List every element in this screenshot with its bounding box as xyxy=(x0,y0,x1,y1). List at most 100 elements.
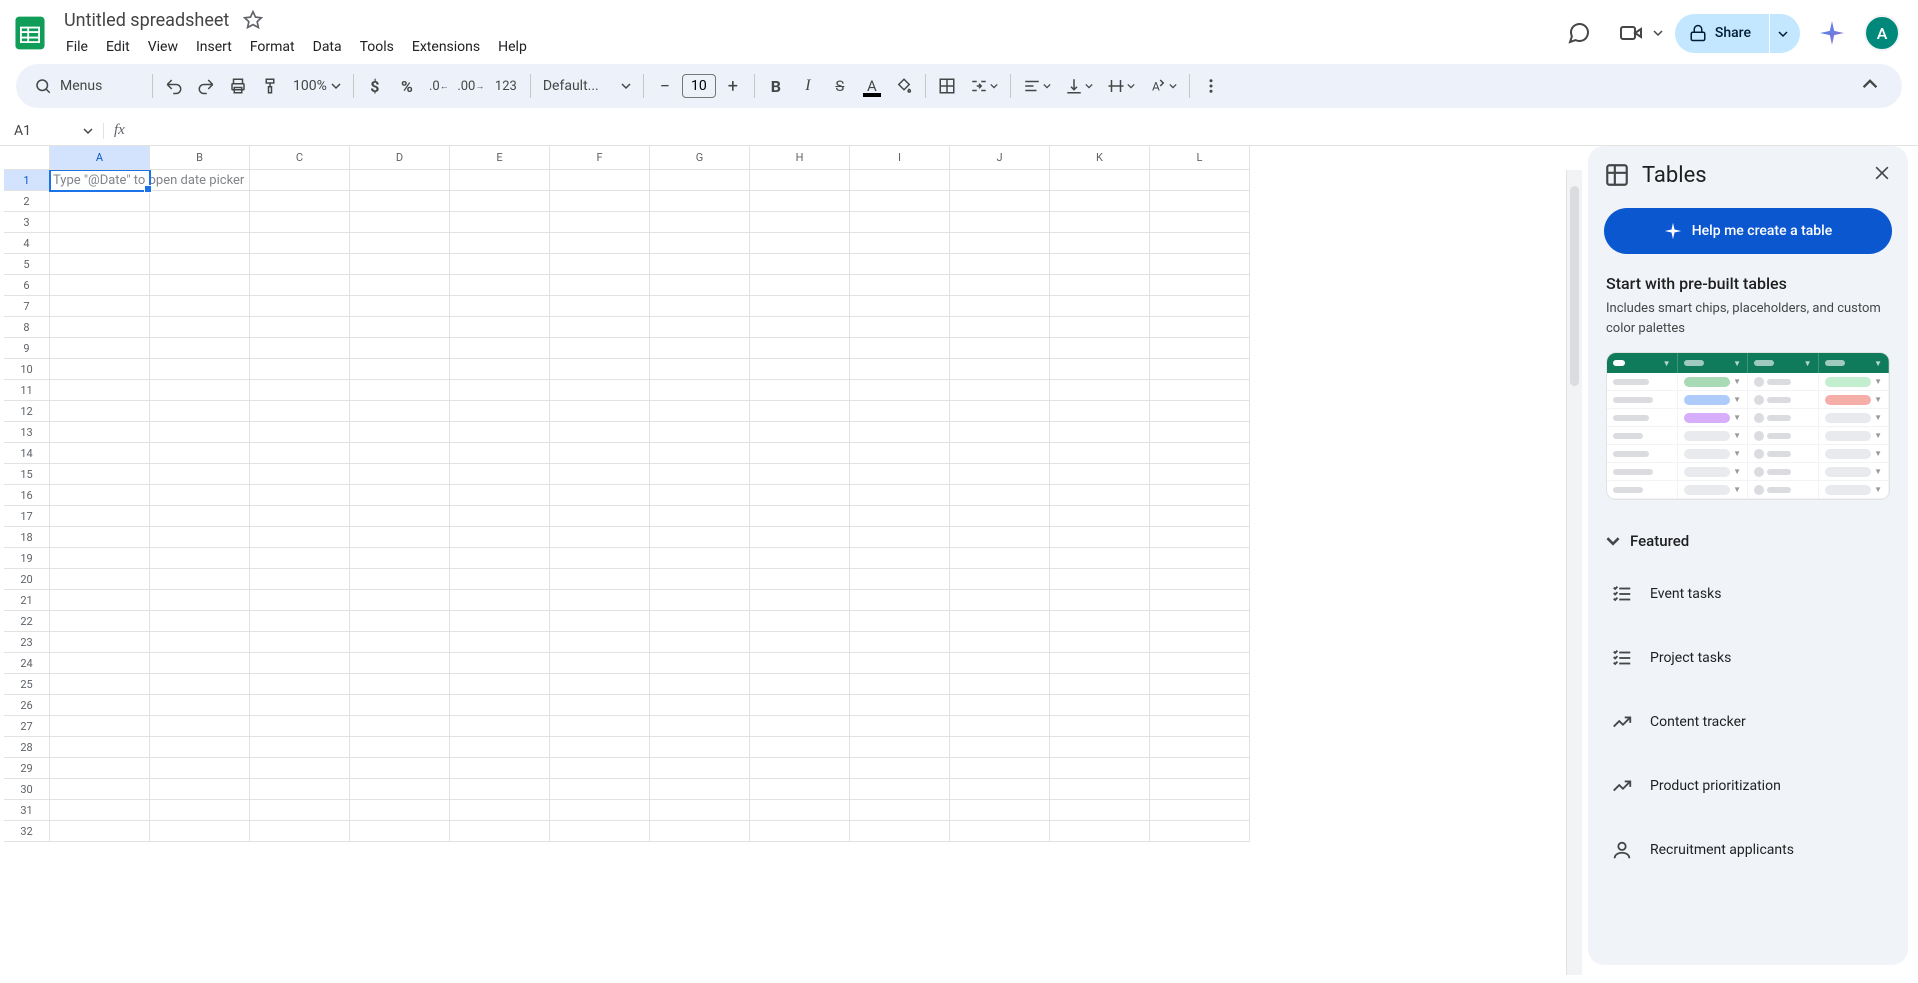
cell[interactable] xyxy=(850,821,950,842)
cell[interactable] xyxy=(250,611,350,632)
cell[interactable] xyxy=(950,611,1050,632)
cell[interactable] xyxy=(1150,716,1250,737)
cell[interactable] xyxy=(450,716,550,737)
cell[interactable] xyxy=(350,191,450,212)
cell[interactable] xyxy=(950,779,1050,800)
cell[interactable] xyxy=(950,275,1050,296)
cell[interactable] xyxy=(750,464,850,485)
cell[interactable] xyxy=(1150,674,1250,695)
cell[interactable] xyxy=(350,716,450,737)
undo-button[interactable] xyxy=(159,71,189,101)
text-color-button[interactable]: A xyxy=(857,71,887,101)
cell[interactable] xyxy=(1050,443,1150,464)
menu-extensions[interactable]: Extensions xyxy=(404,35,488,59)
cell[interactable] xyxy=(750,653,850,674)
cell[interactable] xyxy=(150,653,250,674)
row-header[interactable]: 20 xyxy=(4,569,50,590)
cell[interactable] xyxy=(850,737,950,758)
cell[interactable] xyxy=(1150,590,1250,611)
menu-data[interactable]: Data xyxy=(305,35,350,59)
cell[interactable] xyxy=(350,674,450,695)
cell[interactable] xyxy=(250,170,350,191)
create-table-button[interactable]: Help me create a table xyxy=(1604,208,1892,254)
cell[interactable] xyxy=(650,191,750,212)
cell[interactable] xyxy=(1150,275,1250,296)
cell[interactable] xyxy=(350,380,450,401)
cell[interactable] xyxy=(550,254,650,275)
cell[interactable] xyxy=(850,569,950,590)
cell[interactable] xyxy=(1150,401,1250,422)
cell[interactable] xyxy=(750,275,850,296)
cell[interactable] xyxy=(950,674,1050,695)
cell[interactable] xyxy=(750,674,850,695)
cell[interactable] xyxy=(1050,737,1150,758)
cell[interactable] xyxy=(50,674,150,695)
template-item[interactable]: Recruitment applicants xyxy=(1588,818,1908,882)
cell[interactable] xyxy=(1150,506,1250,527)
cell[interactable] xyxy=(750,821,850,842)
cell[interactable] xyxy=(350,527,450,548)
cell[interactable] xyxy=(150,590,250,611)
cell[interactable] xyxy=(150,212,250,233)
column-header[interactable]: G xyxy=(650,146,750,170)
cell[interactable] xyxy=(50,527,150,548)
cell[interactable] xyxy=(750,611,850,632)
cell[interactable] xyxy=(1150,527,1250,548)
cell[interactable] xyxy=(550,485,650,506)
cell[interactable] xyxy=(1150,548,1250,569)
cell[interactable] xyxy=(550,275,650,296)
cell[interactable] xyxy=(1050,821,1150,842)
cell[interactable] xyxy=(850,674,950,695)
row-header[interactable]: 15 xyxy=(4,464,50,485)
featured-collapse[interactable]: Featured xyxy=(1588,520,1908,562)
cell[interactable] xyxy=(950,653,1050,674)
cell[interactable] xyxy=(650,737,750,758)
cell[interactable] xyxy=(250,296,350,317)
cell[interactable] xyxy=(150,191,250,212)
cell[interactable] xyxy=(450,737,550,758)
rotate-button[interactable]: A xyxy=(1143,71,1183,101)
cell[interactable] xyxy=(250,212,350,233)
row-header[interactable]: 32 xyxy=(4,821,50,842)
menu-edit[interactable]: Edit xyxy=(98,35,138,59)
cell[interactable] xyxy=(250,527,350,548)
cell[interactable] xyxy=(650,233,750,254)
cell[interactable] xyxy=(50,380,150,401)
cell[interactable] xyxy=(450,527,550,548)
cell[interactable] xyxy=(750,485,850,506)
cell[interactable] xyxy=(1150,317,1250,338)
cell[interactable] xyxy=(950,821,1050,842)
more-button[interactable] xyxy=(1196,71,1226,101)
cell[interactable] xyxy=(1150,569,1250,590)
cell[interactable] xyxy=(750,758,850,779)
cell[interactable] xyxy=(250,443,350,464)
cell[interactable] xyxy=(50,590,150,611)
cell[interactable] xyxy=(450,296,550,317)
cell[interactable] xyxy=(250,233,350,254)
cell[interactable] xyxy=(850,653,950,674)
cell[interactable] xyxy=(150,317,250,338)
cell[interactable] xyxy=(850,779,950,800)
cell[interactable] xyxy=(350,212,450,233)
row-header[interactable]: 1 xyxy=(4,170,50,191)
cell[interactable] xyxy=(650,170,750,191)
cell[interactable] xyxy=(650,674,750,695)
cell[interactable] xyxy=(50,296,150,317)
valign-button[interactable] xyxy=(1059,71,1099,101)
merge-button[interactable] xyxy=(964,71,1004,101)
cell[interactable] xyxy=(350,401,450,422)
cell[interactable] xyxy=(50,821,150,842)
cell[interactable] xyxy=(850,380,950,401)
zoom-select[interactable]: 100% xyxy=(287,74,347,98)
cell[interactable] xyxy=(1050,359,1150,380)
cell[interactable] xyxy=(350,611,450,632)
cell[interactable] xyxy=(250,716,350,737)
cell[interactable] xyxy=(350,632,450,653)
cell[interactable] xyxy=(850,464,950,485)
menu-tools[interactable]: Tools xyxy=(352,35,402,59)
cell[interactable] xyxy=(950,590,1050,611)
cell[interactable] xyxy=(1150,254,1250,275)
cell[interactable] xyxy=(750,401,850,422)
cell[interactable] xyxy=(1150,422,1250,443)
gemini-icon[interactable] xyxy=(1812,13,1852,53)
